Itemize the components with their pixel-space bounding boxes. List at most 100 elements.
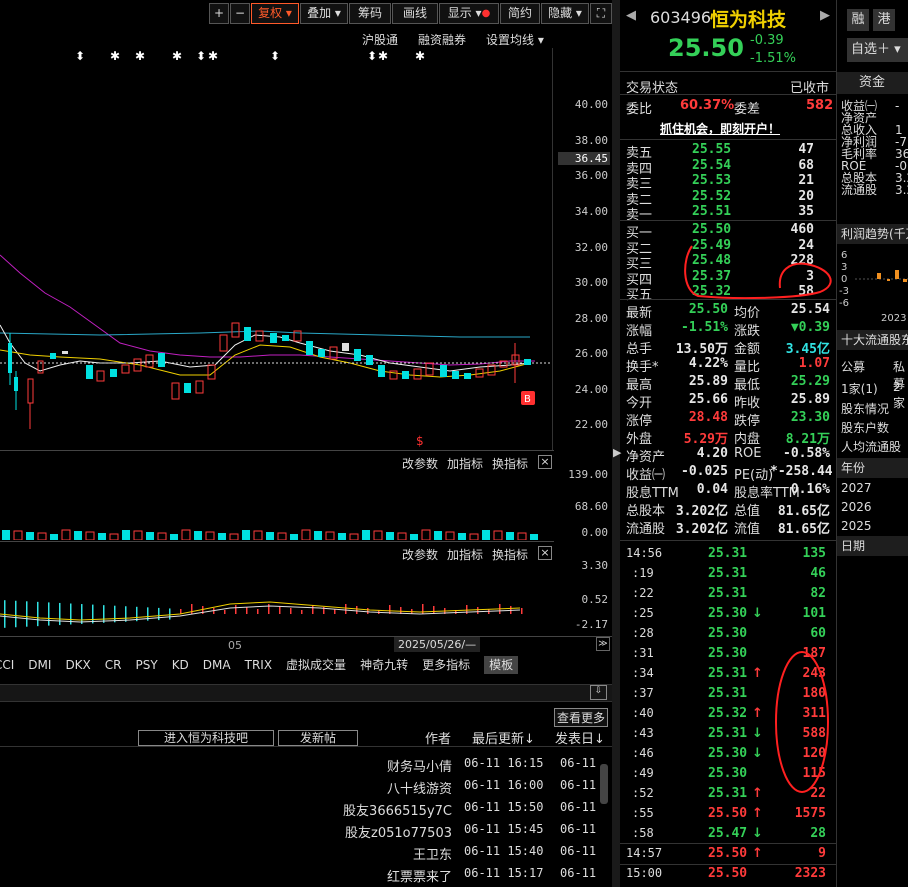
forum-post-row[interactable]: 八十线游资 06-11 16:00 06-11 (0, 778, 600, 798)
volume-bar (61, 529, 71, 540)
post-author[interactable]: 王卫东 (413, 844, 452, 863)
ask-price[interactable]: 25.53 (692, 173, 731, 188)
simple-button[interactable]: 简约 (500, 3, 540, 24)
weicha-value: 582 (806, 98, 834, 113)
per-capita-link[interactable]: 人均流通股 (841, 438, 901, 455)
chips-button[interactable]: 筹码 (349, 3, 391, 24)
vol-switch-ind-link[interactable]: 换指标 (492, 455, 528, 472)
tab-kd[interactable]: KD (172, 656, 189, 674)
tab-psy[interactable]: PSY (136, 656, 158, 674)
volume-bar (301, 529, 311, 540)
forum-post-row[interactable]: 财务马小倩 06-11 16:15 06-11 (0, 756, 600, 776)
tab-virtual-volume[interactable]: 虚拟成交量 (286, 656, 346, 674)
kline-chart-panel[interactable]: + − 复权 ▾ 叠加 ▾ 筹码 画线 显示 ▾● 简约 隐藏 ▾ ⛶ 沪股通 … (0, 0, 614, 680)
tick-price: 25.32 (708, 706, 748, 721)
view-more-button[interactable]: 查看更多 (554, 708, 609, 727)
zoom-out-button[interactable]: − (230, 3, 250, 24)
stat-label: ROE (734, 446, 762, 461)
forum-post-row[interactable]: 王卫东 06-11 15:40 06-11 (0, 844, 600, 864)
macd-param-link[interactable]: 改参数 (402, 546, 438, 563)
vol-param-link[interactable]: 改参数 (402, 455, 438, 472)
margin-button[interactable]: 融 (847, 9, 869, 31)
download-icon[interactable]: ⇩ (590, 685, 607, 700)
macd-add-ind-link[interactable]: 加指标 (447, 546, 483, 563)
volume-bar (229, 533, 239, 540)
post-author[interactable]: 红票票来了 (387, 866, 452, 885)
splitter[interactable] (612, 0, 620, 887)
ask-price[interactable]: 25.54 (692, 158, 731, 173)
tick-price: 25.31 (708, 686, 748, 701)
overlay-button[interactable]: 叠加 ▾ (300, 3, 348, 24)
prev-stock-icon[interactable]: ◀ (626, 8, 636, 23)
volume-bar (397, 532, 407, 540)
vol-close-icon[interactable]: × (538, 455, 552, 469)
tab-more-indicators[interactable]: 更多指标 (422, 656, 470, 674)
tab-dkx[interactable]: DKX (65, 656, 90, 674)
hk-button[interactable]: 港 (873, 9, 895, 31)
bid-price[interactable]: 25.50 (692, 222, 731, 237)
stat-value: 0.16% (790, 482, 830, 497)
macd-bar (334, 609, 336, 614)
tab-dma[interactable]: DMA (203, 656, 231, 674)
tick-price: 25.31 (708, 666, 748, 681)
weicha-label: 委差 (734, 102, 761, 117)
stat-label: 涨幅 (626, 324, 653, 339)
fuquan-button[interactable]: 复权 ▾ (251, 3, 299, 24)
open-account-link[interactable]: 抓住机会，即刻开户！ (660, 120, 780, 137)
volume-bar (13, 530, 23, 540)
tick-volume: 46 (810, 566, 826, 581)
forum-post-row[interactable]: 股友z051o77503 06-11 15:45 06-11 (0, 822, 600, 842)
stat-value: *-258.44 (770, 464, 833, 479)
draw-line-button[interactable]: 画线 (392, 3, 438, 24)
post-author[interactable]: 股友z051o77503 (345, 822, 452, 841)
tab-magic-nine[interactable]: 神奇九转 (360, 656, 408, 674)
panel-divider (0, 450, 554, 451)
macd-bar (92, 604, 94, 624)
ask-price[interactable]: 25.52 (692, 189, 731, 204)
post-author[interactable]: 财务马小倩 (387, 756, 452, 775)
ask-price[interactable]: 25.55 (692, 142, 731, 157)
macd-tick: 3.30 (581, 559, 609, 572)
ask-volume: 21 (798, 173, 814, 188)
macd-bar (257, 609, 259, 614)
tab-template[interactable]: 模板 (484, 656, 519, 674)
col-update[interactable]: 最后更新↓ (472, 728, 535, 747)
macd-bar (158, 607, 160, 621)
col-author[interactable]: 作者 (425, 728, 451, 747)
tick-arrow-icon: ↑ (752, 786, 763, 801)
forum-post-row[interactable]: 股友3666515y7C 06-11 15:50 06-11 (0, 800, 600, 820)
tab-cci[interactable]: CCI (0, 656, 14, 674)
enter-bar-button[interactable]: 进入恒为科技吧 (138, 730, 274, 746)
forum-scrollbar[interactable] (600, 764, 608, 804)
macd-bar (301, 610, 303, 614)
new-post-button[interactable]: 发新帖 (278, 730, 358, 746)
tab-funds[interactable]: 资金 (837, 72, 908, 94)
vol-add-ind-link[interactable]: 加指标 (447, 455, 483, 472)
next-stock-icon[interactable]: ▶ (820, 8, 830, 23)
tab-trix[interactable]: TRIX (245, 656, 272, 674)
tab-cr[interactable]: CR (105, 656, 122, 674)
zoom-in-button[interactable]: + (209, 3, 229, 24)
post-author[interactable]: 股友3666515y7C (343, 800, 452, 819)
fin-label: 流通股 (841, 183, 878, 197)
col-post[interactable]: 发表日↓ (555, 728, 605, 747)
svg-text:✱: ✱ (172, 49, 182, 63)
hide-button[interactable]: 隐藏 ▾ (541, 3, 589, 24)
fullscreen-icon[interactable]: ⛶ (590, 3, 612, 24)
watchlist-button[interactable]: 自选＋ ▾ (847, 38, 908, 62)
macd-close-icon[interactable]: × (538, 546, 552, 560)
ask-price[interactable]: 25.51 (692, 204, 731, 219)
macd-switch-ind-link[interactable]: 换指标 (492, 546, 528, 563)
holder-info-link[interactable]: 股东情况 (841, 400, 889, 417)
forum-post-row[interactable]: 红票票来了 06-11 15:17 06-11 (0, 866, 600, 886)
scroll-right-icon[interactable]: ≫ (596, 637, 610, 651)
holder-count-link[interactable]: 股东户数 (841, 419, 889, 436)
tab-public-fund[interactable]: 公募 (841, 358, 865, 375)
divider (620, 299, 836, 300)
post-date: 06-11 (560, 822, 597, 836)
macd-bar (268, 604, 270, 614)
tick-time: :37 (632, 686, 654, 700)
display-button[interactable]: 显示 ▾● (439, 3, 499, 24)
tab-dmi[interactable]: DMI (28, 656, 51, 674)
post-author[interactable]: 八十线游资 (387, 778, 452, 797)
